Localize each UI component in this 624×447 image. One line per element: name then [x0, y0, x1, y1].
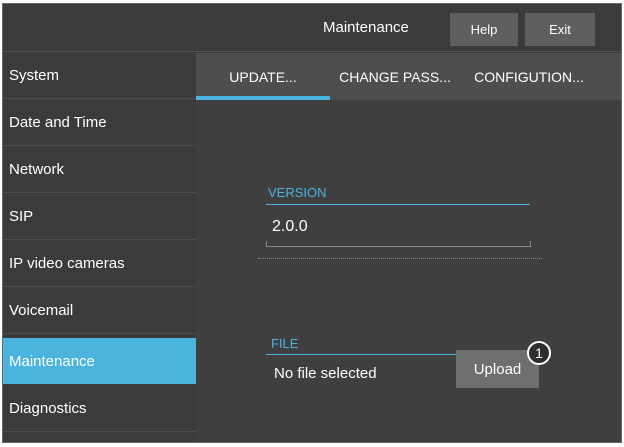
- sidebar-item-diagnostics[interactable]: Diagnostics: [3, 386, 196, 432]
- file-label: FILE: [271, 336, 299, 351]
- section-divider: [258, 258, 542, 259]
- sidebar-item-ip-video-cameras[interactable]: IP video cameras: [3, 241, 196, 287]
- version-label: VERSION: [268, 185, 327, 200]
- maintenance-window: Maintenance Help Exit System Date and Ti…: [2, 3, 622, 443]
- main-panel: UPDATE... CHANGE PASS... CONFIGUTION... …: [196, 53, 621, 442]
- active-tab-indicator: [196, 96, 330, 100]
- help-button[interactable]: Help: [450, 13, 518, 46]
- tab-configuration[interactable]: CONFIGUTION...: [460, 53, 598, 100]
- version-value: 2.0.0: [272, 218, 308, 235]
- tab-update[interactable]: UPDATE...: [196, 53, 330, 100]
- tab-change-password[interactable]: CHANGE PASS...: [330, 53, 460, 100]
- top-bar: Maintenance Help Exit: [3, 4, 621, 52]
- version-field-baseline: [266, 246, 530, 247]
- sidebar-item-system[interactable]: System: [3, 53, 196, 99]
- version-field-edge-right: [530, 241, 531, 247]
- sidebar-item-network[interactable]: Network: [3, 147, 196, 193]
- sidebar-item-maintenance[interactable]: Maintenance: [3, 338, 196, 384]
- sidebar-item-voicemail[interactable]: Voicemail: [3, 288, 196, 334]
- tab-bar: UPDATE... CHANGE PASS... CONFIGUTION...: [196, 53, 621, 100]
- file-selection-value: No file selected: [274, 365, 377, 382]
- exit-button[interactable]: Exit: [525, 13, 595, 46]
- sidebar-item-sip[interactable]: SIP: [3, 194, 196, 240]
- version-label-underline: [266, 204, 530, 205]
- file-label-underline: [266, 354, 456, 355]
- callout-number-badge: 1: [527, 341, 551, 365]
- sidebar: System Date and Time Network SIP IP vide…: [3, 53, 196, 442]
- page-title: Maintenance: [323, 19, 409, 36]
- sidebar-item-date-and-time[interactable]: Date and Time: [3, 100, 196, 146]
